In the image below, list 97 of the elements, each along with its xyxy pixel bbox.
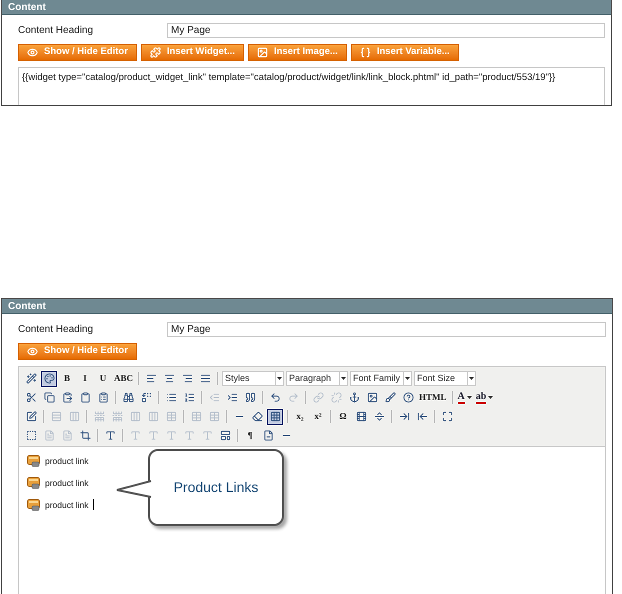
clipboard-icon [80,392,90,403]
toolbar-button[interactable]: ABC [113,370,134,386]
color-button[interactable]: ab [474,390,494,406]
font-icon [148,430,158,441]
eraser-icon [252,411,262,422]
widget-icon [27,477,40,490]
wand-icon [26,373,36,384]
undo-icon [270,392,280,403]
find-icon [122,392,134,403]
text-cursor [93,499,94,510]
redo-icon [288,392,298,403]
edit-icon [26,411,36,422]
toolbar-button[interactable] [267,408,283,424]
product-link[interactable]: product link [45,455,88,468]
select-all-icon [26,430,36,441]
braces-icon [360,47,371,58]
table-icon [190,411,202,422]
callout-text: Product Links [174,478,258,497]
copy-icon [44,392,54,403]
crop-icon [80,430,90,441]
link-icon [312,392,324,403]
widget-icon [27,498,40,511]
unlink-icon [330,392,342,403]
rows-icon [50,411,62,422]
align-right-icon [182,373,193,384]
toolbar-dropdown[interactable]: Font Family [350,371,412,386]
field-label: Content Heading [18,323,94,337]
color-button[interactable]: A [456,390,473,406]
panel-title: Content [8,0,46,14]
numbered-list-icon [184,392,194,403]
widget-icon [27,455,40,468]
table-icon [166,411,176,422]
paste-icon [62,392,72,403]
toolbar-button[interactable]: B [59,370,75,386]
columns-icon [130,411,140,422]
table-row-icon [94,411,104,422]
font-icon [130,430,140,441]
image-icon [366,392,378,403]
source-text-area[interactable]: {{widget type="catalog/product_widget_link" template="catalog/product/widget/link/link_block.phtml" id_path="product/553/19"}} [18,67,605,105]
indent-icon [226,392,238,403]
toolbar-button[interactable]: x₂ [292,408,308,424]
quote-icon [244,392,256,403]
table-icon [208,411,220,422]
toolbar-button[interactable]: HTML [418,390,448,406]
toolbar-dropdown[interactable]: Styles [222,371,284,386]
brush-icon [384,392,396,403]
columns-icon [148,411,158,422]
dropdown-caret-icon [403,372,412,385]
dropdown-caret-icon [488,396,494,399]
font-icon [184,430,194,441]
dropdown-caret-icon [467,372,476,385]
dropdown-caret-icon [466,396,472,399]
columns-icon [68,411,80,422]
align-center-icon [164,373,175,384]
content-heading-field[interactable]: My Page [167,23,605,38]
table-row-icon [112,411,122,422]
help-icon [402,392,414,403]
page-break-icon [262,430,274,441]
toolbar-button[interactable]: I [77,370,93,386]
clipboard-list-icon [98,392,108,403]
toolbar-button[interactable]: x² [310,408,326,424]
eye-icon [27,47,38,58]
product-link[interactable]: product link [45,498,88,512]
toolbar-dropdown[interactable]: Paragraph [286,371,348,386]
rtl-icon [416,411,428,422]
panel-title: Content [8,300,46,314]
toolbar-dropdown[interactable]: Font Size [414,371,476,386]
image-icon [256,47,268,58]
ltr-icon [398,411,410,422]
toolbar-button[interactable]: U [95,370,111,386]
font-icon [104,430,116,441]
document-icon [44,430,54,441]
font-icon [202,430,212,441]
content-heading-field[interactable]: My Page [167,322,606,337]
toolbar-button[interactable]: Ω [335,408,351,424]
dropdown-caret-icon [339,372,348,385]
media-icon [356,411,366,422]
font-icon [166,430,176,441]
grid-icon [270,411,280,422]
outdent-icon [208,392,220,403]
puzzle-icon [150,47,161,58]
template-icon [220,430,230,441]
separator-icon [374,411,384,422]
fullscreen-icon [442,411,452,422]
anchor-icon [348,392,360,403]
field-label: Content Heading [18,24,94,38]
eye-icon [27,346,38,357]
replace-icon [140,392,152,403]
align-left-icon [146,373,157,384]
cut-icon [26,392,36,403]
align-justify-icon [200,373,211,384]
palette-icon [44,373,54,384]
toolbar-button[interactable]: ¶ [242,428,258,444]
toolbar-button[interactable] [41,370,57,386]
dropdown-caret-icon [275,372,284,385]
product-link[interactable]: product link [45,476,88,490]
document-icon [62,430,72,441]
